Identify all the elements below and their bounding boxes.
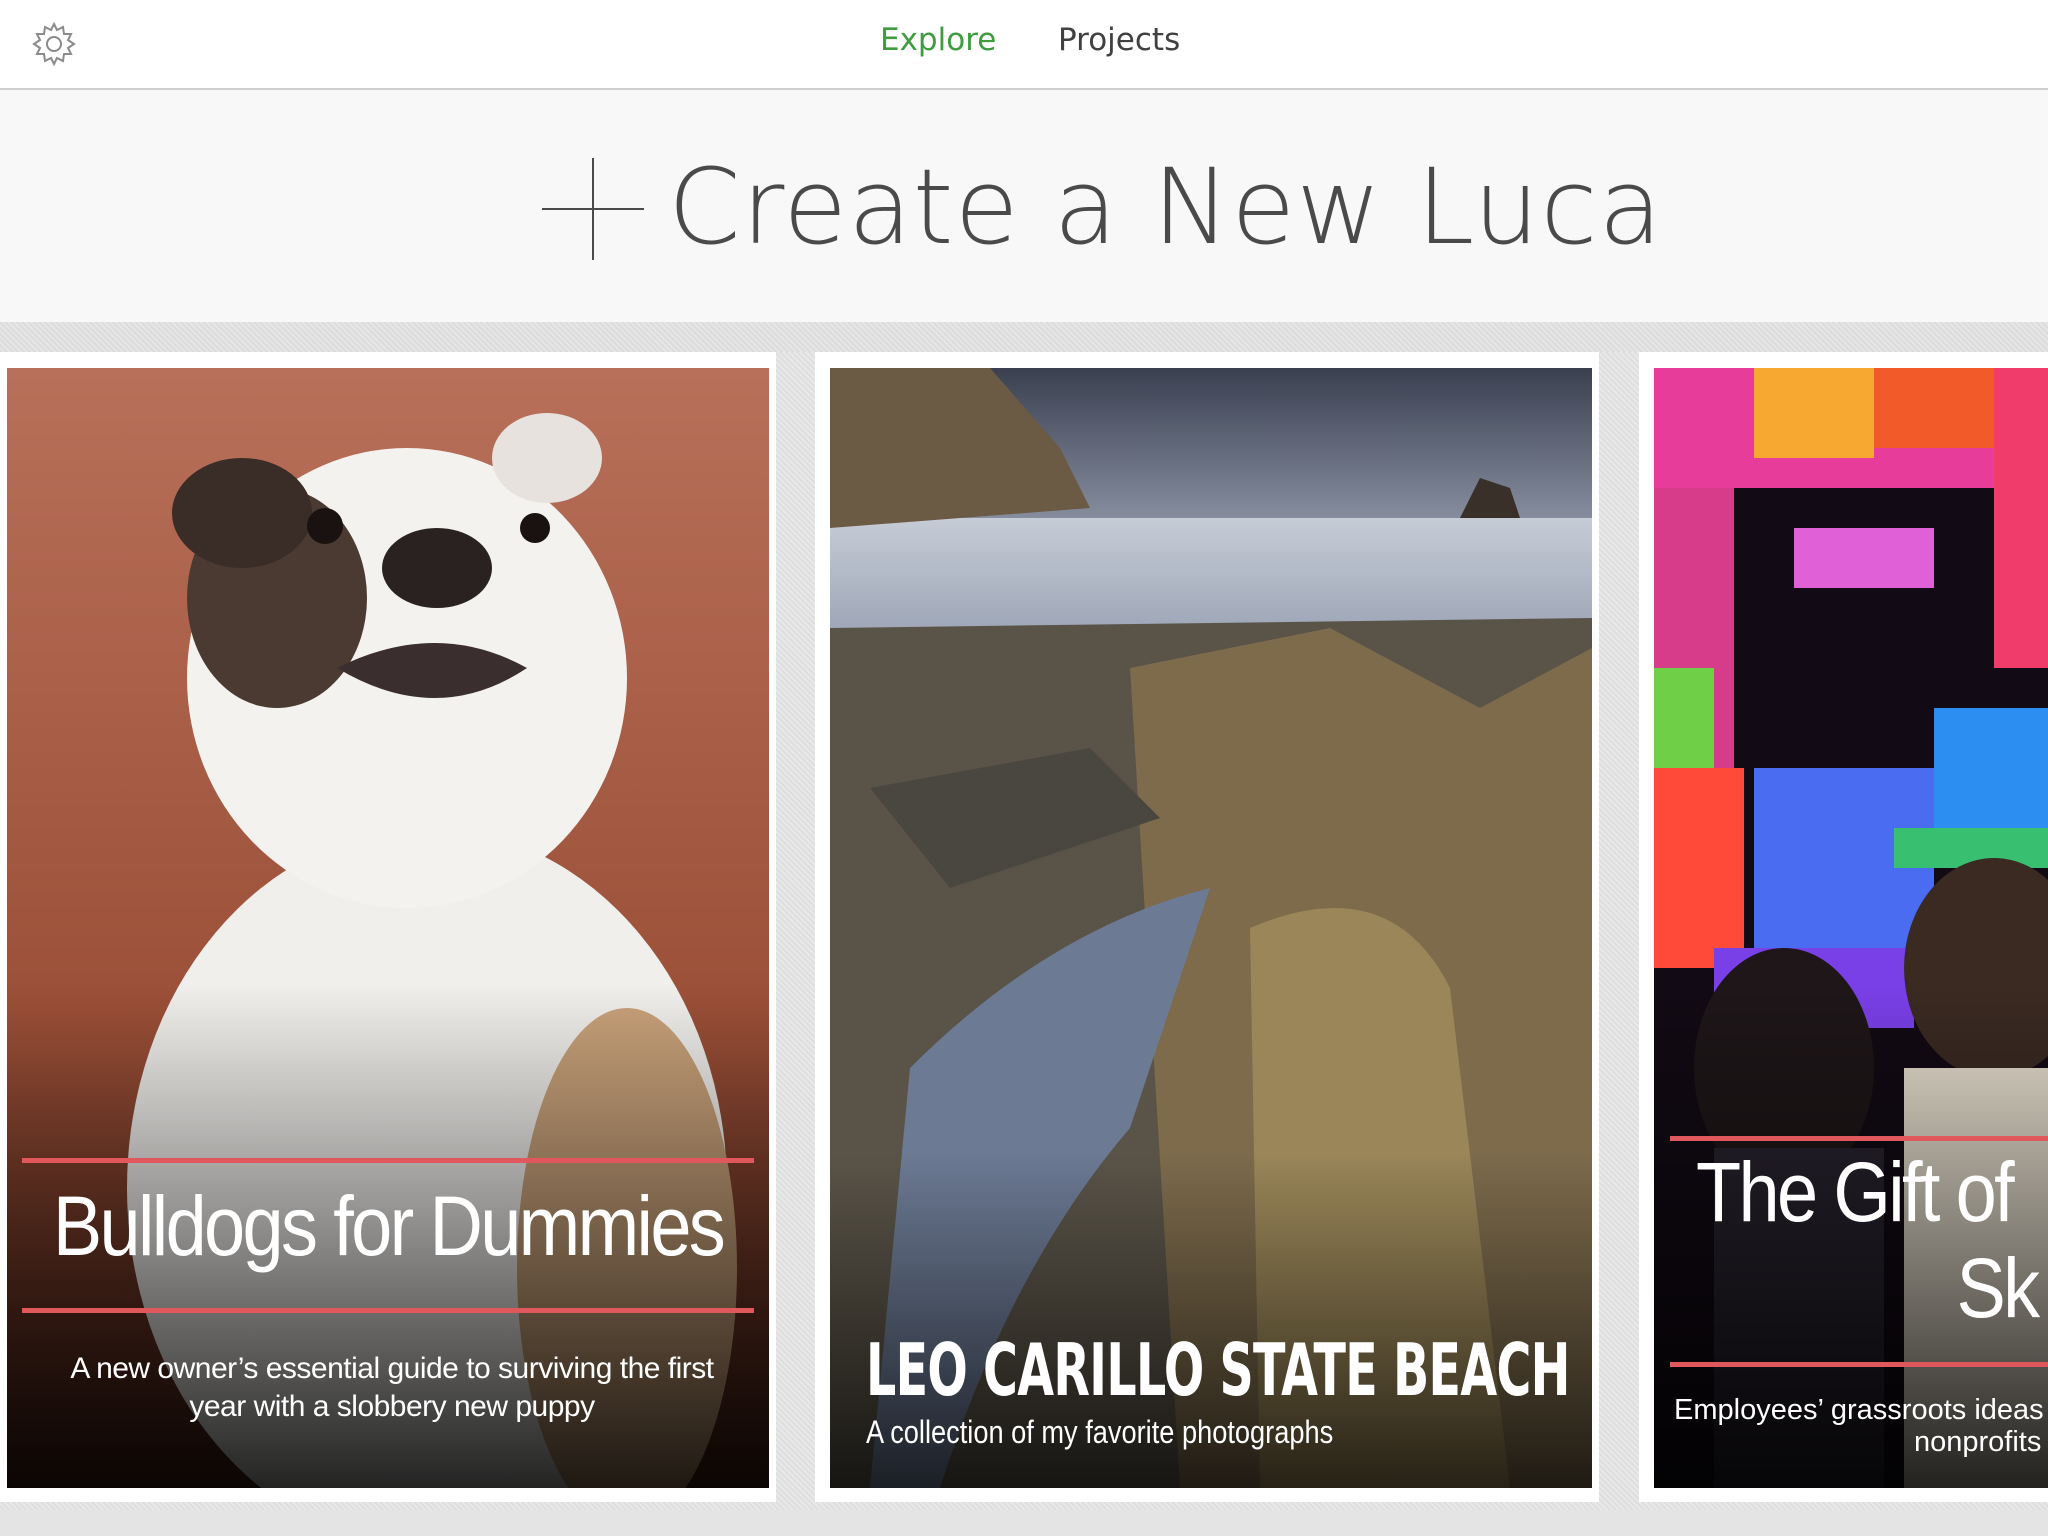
project-card[interactable]: The Gift of Sk Employees’ grassroots ide… xyxy=(1639,352,2048,1502)
create-new-luca-button[interactable]: Create a New Luca xyxy=(0,90,2048,322)
card-subtitle-line: Employees’ grassroots ideas xyxy=(1674,1394,2044,1426)
project-card[interactable]: LEO CARILLO STATE BEACH A collection of … xyxy=(815,352,1599,1502)
accent-line xyxy=(22,1158,754,1163)
card-title-line: The Gift of xyxy=(1696,1145,2015,1239)
card-cover-image: LEO CARILLO STATE BEACH A collection of … xyxy=(830,368,1592,1488)
tab-projects[interactable]: Projects xyxy=(1058,22,1180,58)
tab-explore[interactable]: Explore xyxy=(880,22,996,58)
bottom-strip xyxy=(0,1510,2048,1536)
card-subtitle-line: year with a slobbery new puppy xyxy=(189,1390,595,1423)
card-title: The Gift of Sk xyxy=(1696,1144,2040,1336)
card-title-line: Sk xyxy=(1956,1241,2040,1335)
project-gallery[interactable]: Bulldogs for Dummies A new owner’s essen… xyxy=(0,352,2048,1536)
plus-icon xyxy=(542,158,644,260)
card-title: Bulldogs for Dummies xyxy=(52,1179,726,1273)
accent-line xyxy=(1670,1136,2048,1141)
card-cover-image: The Gift of Sk Employees’ grassroots ide… xyxy=(1654,368,2048,1488)
accent-line xyxy=(22,1308,754,1313)
card-subtitle: Employees’ grassroots ideas nonprofits xyxy=(1674,1394,2044,1458)
divider-stripe xyxy=(0,322,2048,352)
tab-bar: Explore Projects xyxy=(0,0,2048,88)
card-subtitle: A new owner’s essential guide to survivi… xyxy=(47,1350,737,1426)
create-label: Create a New Luca xyxy=(668,146,1664,268)
project-card[interactable]: Bulldogs for Dummies A new owner’s essen… xyxy=(0,352,776,1502)
card-subtitle-line: A new owner’s essential guide to survivi… xyxy=(70,1352,714,1385)
card-subtitle: A collection of my favorite photographs xyxy=(866,1414,1334,1450)
top-nav-bar: Explore Projects xyxy=(0,0,2048,90)
card-cover-image: Bulldogs for Dummies A new owner’s essen… xyxy=(7,368,769,1488)
card-title: LEO CARILLO STATE BEACH xyxy=(866,1328,1570,1412)
accent-line xyxy=(1670,1362,2048,1367)
card-subtitle-line: nonprofits xyxy=(1914,1426,2042,1458)
